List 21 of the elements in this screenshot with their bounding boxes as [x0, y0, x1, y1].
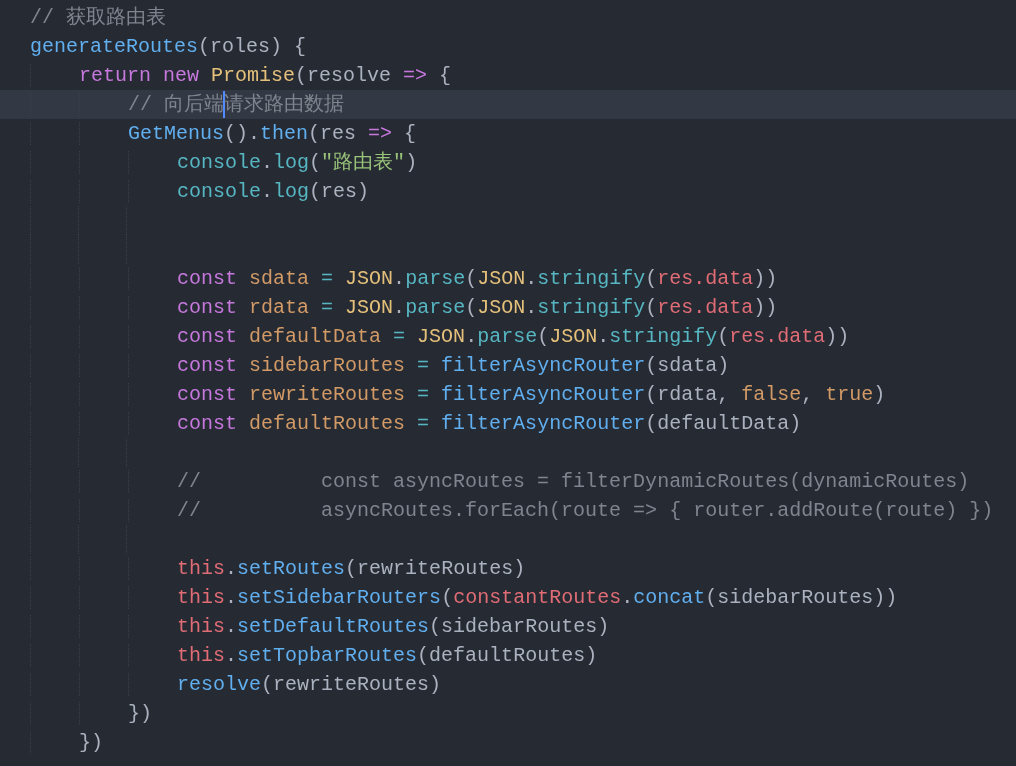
- code-line: resolve(rewriteRoutes): [0, 670, 1016, 699]
- code-line: console.log(res): [0, 177, 1016, 206]
- code-line: GetMenus().then(res => {: [0, 119, 1016, 148]
- code-line: // asyncRoutes.forEach(route => { router.addRoute(route) }): [0, 496, 1016, 525]
- code-line: this.setDefaultRoutes(sidebarRoutes): [0, 612, 1016, 641]
- code-line: // const asyncRoutes = filterDynamicRoutes(dynamicRoutes): [0, 467, 1016, 496]
- code-line: return new Promise(resolve => {: [0, 61, 1016, 90]
- code-line: this.setRoutes(rewriteRoutes): [0, 554, 1016, 583]
- code-line: const sidebarRoutes = filterAsyncRouter(sdata): [0, 351, 1016, 380]
- code-line: this.setTopbarRoutes(defaultRoutes): [0, 641, 1016, 670]
- code-line: generateRoutes(roles) {: [29, 34, 308, 60]
- code-line: const sdata = JSON.parse(JSON.stringify(res.data)): [0, 264, 1016, 293]
- code-line: // 获取路由表: [29, 5, 167, 31]
- code-line: const defaultData = JSON.parse(JSON.stringify(res.data)): [0, 322, 1016, 351]
- code-line: const defaultRoutes = filterAsyncRouter(defaultData): [0, 409, 1016, 438]
- code-line: }): [0, 728, 1016, 757]
- code-line: console.log("路由表"): [0, 148, 1016, 177]
- code-line: }): [0, 699, 1016, 728]
- code-line: const rdata = JSON.parse(JSON.stringify(res.data)): [0, 293, 1016, 322]
- code-line: this.setSidebarRouters(constantRoutes.concat(sidebarRoutes)): [0, 583, 1016, 612]
- code-line: const rewriteRoutes = filterAsyncRouter(rdata, false, true): [0, 380, 1016, 409]
